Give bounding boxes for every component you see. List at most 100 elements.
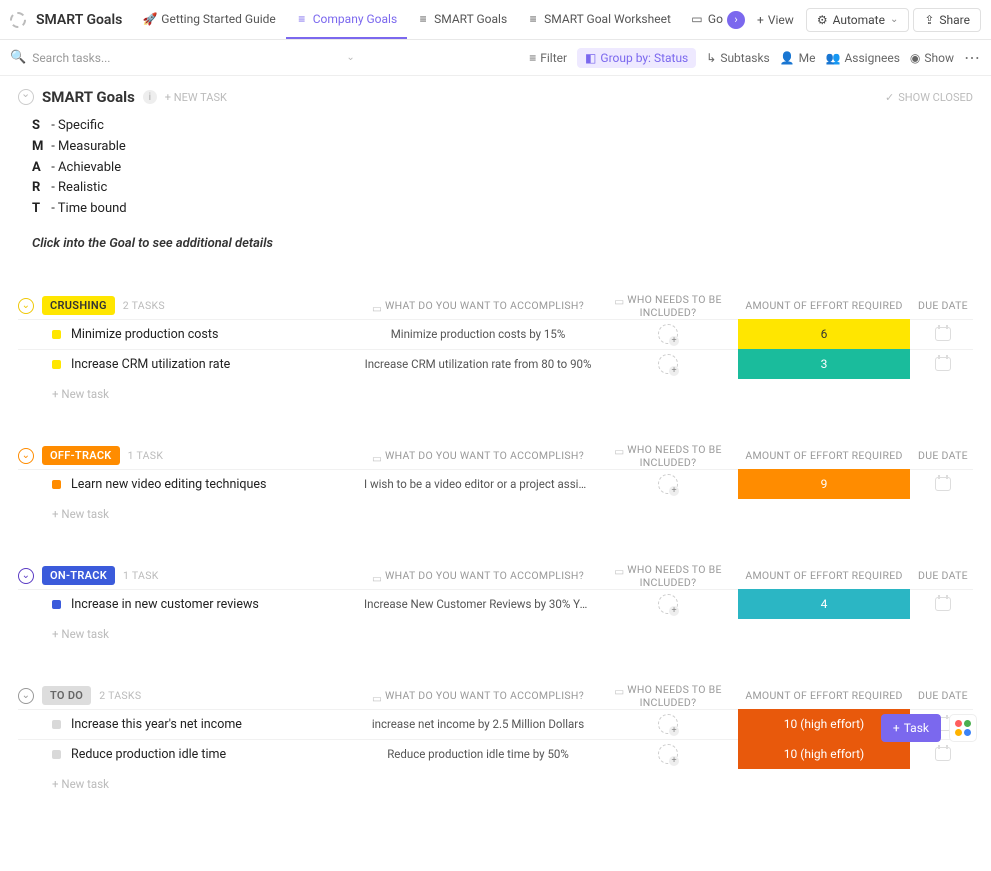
- status-pill[interactable]: ON-TRACK: [42, 566, 115, 585]
- task-row[interactable]: Learn new video editing techniques I wis…: [18, 469, 973, 499]
- new-task-inline[interactable]: + New task: [18, 499, 973, 521]
- col-due[interactable]: DUE DATE: [913, 299, 973, 312]
- task-name[interactable]: Reduce production idle time: [71, 747, 226, 762]
- task-included[interactable]: [598, 324, 738, 344]
- col-effort[interactable]: AMOUNT OF EFFORT REQUIRED: [738, 569, 910, 582]
- col-accomplish[interactable]: ▭WHAT DO YOU WANT TO ACCOMPLISH?: [358, 299, 598, 312]
- col-accomplish[interactable]: ▭WHAT DO YOU WANT TO ACCOMPLISH?: [358, 449, 598, 462]
- task-accomplish[interactable]: increase net income by 2.5 Million Dolla…: [358, 717, 598, 731]
- task-included[interactable]: [598, 354, 738, 374]
- col-effort[interactable]: AMOUNT OF EFFORT REQUIRED: [738, 689, 910, 702]
- task-included[interactable]: [598, 744, 738, 764]
- assignees-button[interactable]: 👥Assignees: [826, 51, 900, 65]
- status-square-icon[interactable]: [52, 720, 61, 729]
- task-name[interactable]: Minimize production costs: [71, 327, 218, 342]
- status-pill[interactable]: CRUSHING: [42, 296, 115, 315]
- add-assignee-icon[interactable]: [658, 594, 678, 614]
- task-effort[interactable]: 3: [738, 349, 910, 379]
- col-accomplish[interactable]: ▭WHAT DO YOU WANT TO ACCOMPLISH?: [358, 689, 598, 702]
- add-assignee-icon[interactable]: [658, 714, 678, 734]
- status-square-icon[interactable]: [52, 600, 61, 609]
- col-due[interactable]: DUE DATE: [913, 449, 973, 462]
- info-icon[interactable]: i: [143, 90, 157, 104]
- collapse-toggle-icon[interactable]: [18, 89, 34, 105]
- share-button[interactable]: ⇪ Share: [913, 8, 981, 32]
- task-accomplish[interactable]: I wish to be a video editor or a project…: [358, 477, 598, 491]
- status-square-icon[interactable]: [52, 750, 61, 759]
- task-row[interactable]: Increase this year's net income increase…: [18, 709, 973, 739]
- task-row[interactable]: Increase CRM utilization rate Increase C…: [18, 349, 973, 379]
- task-effort[interactable]: 10 (high effort): [738, 739, 910, 769]
- col-included[interactable]: ▭WHO NEEDS TO BE INCLUDED?: [598, 563, 738, 589]
- col-effort[interactable]: AMOUNT OF EFFORT REQUIRED: [738, 299, 910, 312]
- col-due[interactable]: DUE DATE: [913, 569, 973, 582]
- view-tab-goal-effort[interactable]: ▭Goal Effort: [681, 0, 723, 39]
- col-included[interactable]: ▭WHO NEEDS TO BE INCLUDED?: [598, 293, 738, 319]
- col-included[interactable]: ▭WHO NEEDS TO BE INCLUDED?: [598, 683, 738, 709]
- task-name[interactable]: Increase this year's net income: [71, 717, 242, 732]
- task-accomplish[interactable]: Reduce production idle time by 50%: [358, 747, 598, 761]
- list-title: SMART Goals: [42, 88, 135, 106]
- task-effort[interactable]: 6: [738, 319, 910, 349]
- new-task-inline[interactable]: + New task: [18, 619, 973, 641]
- task-row[interactable]: Increase in new customer reviews Increas…: [18, 589, 973, 619]
- col-effort[interactable]: AMOUNT OF EFFORT REQUIRED: [738, 449, 910, 462]
- status-square-icon[interactable]: [52, 360, 61, 369]
- view-tab-getting-started-guide[interactable]: 🚀Getting Started Guide: [134, 0, 285, 39]
- group-by-button[interactable]: ◧Group by: Status: [577, 48, 696, 68]
- collapse-group-icon[interactable]: ⌄: [18, 568, 34, 584]
- view-tab-label: SMART Goals: [434, 12, 507, 26]
- view-tab-smart-goal-worksheet[interactable]: ≡SMART Goal Worksheet: [517, 0, 681, 39]
- view-tab-company-goals[interactable]: ≡Company Goals: [286, 0, 407, 39]
- me-button[interactable]: 👤Me: [780, 51, 816, 65]
- collapse-group-icon[interactable]: ⌄: [18, 688, 34, 704]
- task-row[interactable]: Minimize production costs Minimize produ…: [18, 319, 973, 349]
- task-due[interactable]: [913, 327, 973, 341]
- task-name[interactable]: Increase in new customer reviews: [71, 597, 259, 612]
- col-accomplish[interactable]: ▭WHAT DO YOU WANT TO ACCOMPLISH?: [358, 569, 598, 582]
- status-square-icon[interactable]: [52, 330, 61, 339]
- subtasks-button[interactable]: ↳Subtasks: [706, 51, 769, 65]
- filter-button[interactable]: ≡Filter: [529, 51, 567, 65]
- add-view-button[interactable]: + View: [749, 13, 802, 27]
- new-task-button[interactable]: + NEW TASK: [165, 91, 227, 104]
- task-name[interactable]: Learn new video editing techniques: [71, 477, 266, 492]
- show-closed-button[interactable]: ✓SHOW CLOSED: [885, 91, 973, 104]
- task-due[interactable]: [913, 477, 973, 491]
- new-task-inline[interactable]: + New task: [18, 379, 973, 401]
- task-included[interactable]: [598, 594, 738, 614]
- apps-button[interactable]: [949, 714, 977, 742]
- new-task-inline[interactable]: + New task: [18, 769, 973, 791]
- task-effort[interactable]: 9: [738, 469, 910, 499]
- add-assignee-icon[interactable]: [658, 474, 678, 494]
- task-due[interactable]: [913, 597, 973, 611]
- task-due[interactable]: [913, 357, 973, 371]
- collapse-group-icon[interactable]: ⌄: [18, 448, 34, 464]
- task-due[interactable]: [913, 747, 973, 761]
- task-effort[interactable]: 4: [738, 589, 910, 619]
- add-assignee-icon[interactable]: [658, 324, 678, 344]
- status-square-icon[interactable]: [52, 480, 61, 489]
- collapse-group-icon[interactable]: ⌄: [18, 298, 34, 314]
- add-assignee-icon[interactable]: [658, 354, 678, 374]
- automate-button[interactable]: ⚙ Automate ⌄: [806, 8, 910, 32]
- search-input[interactable]: 🔍 Search tasks...: [10, 50, 180, 65]
- task-accomplish[interactable]: Minimize production costs by 15%: [358, 327, 598, 341]
- more-menu-icon[interactable]: ⋯: [964, 48, 981, 67]
- task-row[interactable]: Reduce production idle time Reduce produ…: [18, 739, 973, 769]
- more-views-icon[interactable]: ›: [727, 11, 745, 29]
- chevron-down-icon[interactable]: ⌄: [346, 52, 354, 63]
- view-tab-smart-goals[interactable]: ≡SMART Goals: [407, 0, 517, 39]
- task-name[interactable]: Increase CRM utilization rate: [71, 357, 230, 372]
- task-included[interactable]: [598, 714, 738, 734]
- status-pill[interactable]: TO DO: [42, 686, 91, 705]
- col-due[interactable]: DUE DATE: [913, 689, 973, 702]
- task-accomplish[interactable]: Increase New Customer Reviews by 30% Yea…: [358, 597, 598, 611]
- create-task-button[interactable]: + Task: [881, 714, 941, 742]
- show-button[interactable]: ◉Show: [910, 51, 954, 65]
- task-accomplish[interactable]: Increase CRM utilization rate from 80 to…: [358, 357, 598, 371]
- status-pill[interactable]: OFF-TRACK: [42, 446, 120, 465]
- add-assignee-icon[interactable]: [658, 744, 678, 764]
- col-included[interactable]: ▭WHO NEEDS TO BE INCLUDED?: [598, 443, 738, 469]
- task-included[interactable]: [598, 474, 738, 494]
